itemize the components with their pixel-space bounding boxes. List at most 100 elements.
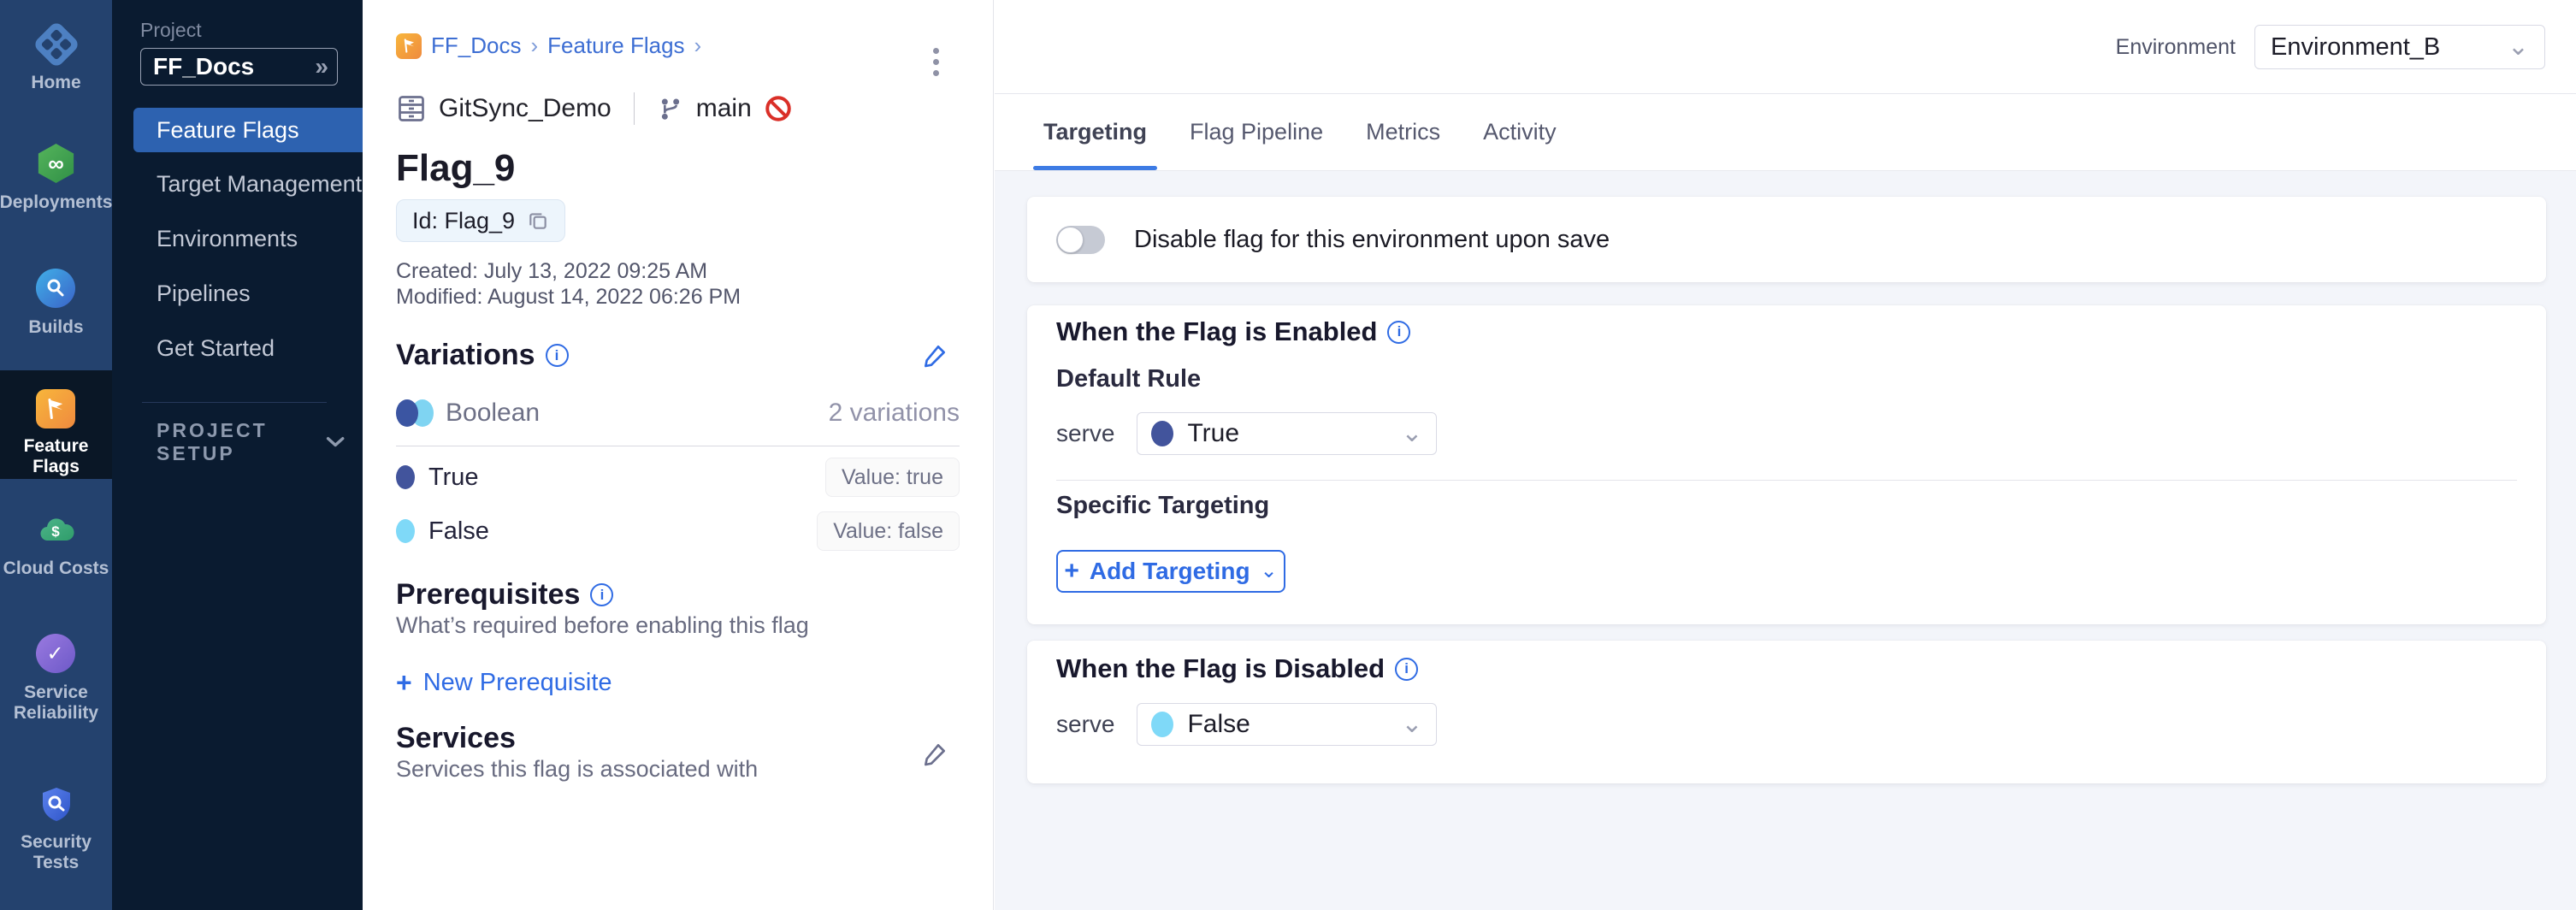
rail-item-service-reliability[interactable]: ✓ Service Reliability xyxy=(0,634,112,724)
sidebar-item-feature-flags[interactable]: Feature Flags xyxy=(133,108,363,152)
edit-services-button[interactable] xyxy=(918,737,952,771)
security-tests-icon xyxy=(36,783,77,824)
serve-label: serve xyxy=(1056,420,1114,447)
environment-header: Environment Environment_B ⌄ xyxy=(995,0,2576,94)
variation-type-label: Boolean xyxy=(446,399,540,428)
svg-text:$: $ xyxy=(51,523,60,540)
flag-id-text: Id: Flag_9 xyxy=(412,208,515,234)
project-setup-toggle[interactable]: PROJECT SETUP xyxy=(157,419,345,465)
breadcrumb-project-link[interactable]: FF_Docs xyxy=(431,32,521,59)
chevron-down-icon xyxy=(326,435,345,449)
edit-variations-button[interactable] xyxy=(918,339,952,373)
service-reliability-icon: ✓ xyxy=(36,634,77,675)
toggle-knob xyxy=(1057,227,1084,253)
serve-enabled-value: True xyxy=(1187,419,1387,448)
tab-activity[interactable]: Activity xyxy=(1483,94,1557,170)
sidebar-divider xyxy=(142,402,327,403)
sidebar-item-get-started[interactable]: Get Started xyxy=(112,326,363,370)
variations-heading: Variations xyxy=(396,339,535,372)
flag-detail-panel: FF_Docs › Feature Flags › GitSync_Demo m… xyxy=(363,0,994,910)
breadcrumb-feature-flags-link[interactable]: Feature Flags xyxy=(547,32,684,59)
sidebar-item-target-management[interactable]: Target Management xyxy=(112,162,363,206)
variation-type-row: Boolean 2 variations xyxy=(396,393,960,433)
modified-timestamp: Modified: August 14, 2022 06:26 PM xyxy=(396,285,741,310)
rail-item-feature-flags[interactable]: Feature Flags xyxy=(0,370,112,479)
info-icon[interactable]: i xyxy=(1387,321,1410,344)
variation-true-dot xyxy=(396,465,415,489)
info-icon[interactable]: i xyxy=(590,583,613,606)
serve-disabled-value: False xyxy=(1187,710,1387,739)
variation-true-dot xyxy=(1151,421,1173,446)
gitsync-repo-name: GitSync_Demo xyxy=(439,94,612,123)
prerequisites-heading-row: Prerequisites i xyxy=(396,578,613,612)
variation-name: True xyxy=(428,464,479,492)
tab-metrics[interactable]: Metrics xyxy=(1366,94,1440,170)
boolean-type-icon xyxy=(396,399,434,427)
variation-row-true: True Value: true xyxy=(396,458,960,497)
project-selector[interactable]: FF_Docs » xyxy=(140,48,338,86)
chevron-down-icon: ⌄ xyxy=(1401,716,1422,733)
flag-project-icon xyxy=(396,33,422,59)
new-prerequisite-button[interactable]: + New Prerequisite xyxy=(396,667,612,699)
rail-item-cloud-costs[interactable]: $ Cloud Costs xyxy=(0,510,112,579)
flag-disabled-heading: When the Flag is Disabled xyxy=(1056,653,1385,684)
rail-item-label: Cloud Costs xyxy=(2,558,111,579)
flag-options-menu-button[interactable] xyxy=(919,41,953,82)
chevron-right-icon: › xyxy=(530,32,538,59)
services-heading: Services xyxy=(396,722,516,755)
home-icon xyxy=(36,24,77,65)
prerequisites-heading: Prerequisites xyxy=(396,578,580,612)
disable-flag-label: Disable flag for this environment upon s… xyxy=(1134,226,1610,254)
double-chevron-icon[interactable]: » xyxy=(315,53,325,80)
info-icon[interactable]: i xyxy=(1395,658,1418,681)
cloud-costs-icon: $ xyxy=(36,510,77,551)
disabled-serve-row: serve False ⌄ xyxy=(1056,703,1437,746)
targeting-content: Disable flag for this environment upon s… xyxy=(995,171,2576,910)
environment-value: Environment_B xyxy=(2271,33,2508,62)
info-icon[interactable]: i xyxy=(546,344,569,367)
vertical-divider xyxy=(634,92,635,125)
gitsync-info-row: GitSync_Demo main xyxy=(396,92,793,125)
environment-select[interactable]: Environment_B ⌄ xyxy=(2254,25,2545,69)
serve-disabled-select[interactable]: False ⌄ xyxy=(1137,703,1437,746)
rail-item-label: Deployments xyxy=(0,192,114,213)
copy-icon[interactable] xyxy=(527,210,549,232)
chevron-down-icon: ⌄ xyxy=(2508,38,2529,56)
git-branch-icon xyxy=(657,94,684,123)
variation-row-false: False Value: false xyxy=(396,511,960,551)
rail-item-security-tests[interactable]: Security Tests xyxy=(0,783,112,873)
add-targeting-button[interactable]: + Add Targeting ⌄ xyxy=(1056,550,1285,593)
project-name: FF_Docs xyxy=(153,53,315,80)
disable-flag-toggle[interactable] xyxy=(1056,226,1105,254)
chevron-right-icon: › xyxy=(694,32,702,59)
variation-value-pill: Value: false xyxy=(817,511,960,551)
tab-targeting[interactable]: Targeting xyxy=(1043,94,1147,170)
flag-enabled-heading-row: When the Flag is Enabled i xyxy=(1056,316,1410,347)
serve-label: serve xyxy=(1056,711,1114,738)
builds-icon xyxy=(36,269,77,310)
services-heading-row: Services xyxy=(396,722,516,755)
rail-item-label: Home xyxy=(29,73,82,93)
rail-item-label: Builds xyxy=(27,317,85,338)
chevron-down-icon: ⌄ xyxy=(1401,425,1422,442)
rail-item-label: Feature Flags xyxy=(0,436,112,477)
deployments-icon: ∞ xyxy=(36,144,77,185)
feature-flags-icon xyxy=(36,389,77,428)
rail-item-builds[interactable]: Builds xyxy=(0,269,112,338)
sidebar-item-environments[interactable]: Environments xyxy=(112,216,363,261)
variation-count: 2 variations xyxy=(829,399,960,428)
flag-disabled-card: When the Flag is Disabled i serve False … xyxy=(1027,641,2546,783)
chevron-down-icon: ⌄ xyxy=(1261,563,1278,580)
serve-enabled-select[interactable]: True ⌄ xyxy=(1137,412,1437,455)
flag-enabled-heading: When the Flag is Enabled xyxy=(1056,316,1377,347)
plus-icon: + xyxy=(396,667,412,699)
rail-item-home[interactable]: Home xyxy=(0,24,112,93)
specific-targeting-label: Specific Targeting xyxy=(1056,492,1269,520)
repository-icon xyxy=(396,92,427,125)
flag-tabs: Targeting Flag Pipeline Metrics Activity xyxy=(995,94,2576,171)
sidebar-item-pipelines[interactable]: Pipelines xyxy=(112,271,363,316)
plus-icon: + xyxy=(1064,557,1079,586)
rail-item-deployments[interactable]: ∞ Deployments xyxy=(0,144,112,213)
tab-flag-pipeline[interactable]: Flag Pipeline xyxy=(1190,94,1323,170)
environment-label: Environment xyxy=(2116,0,2236,94)
